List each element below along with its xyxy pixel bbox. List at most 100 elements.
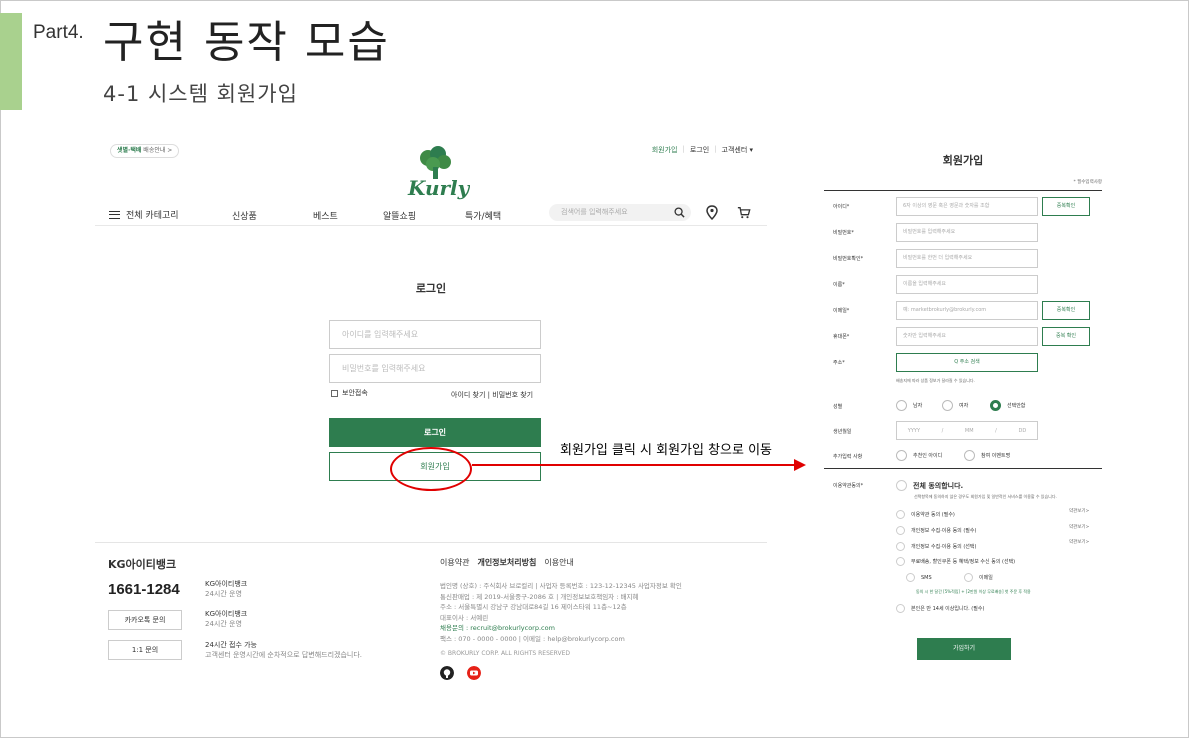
signup-top-divider [824, 190, 1102, 191]
check-circle-icon [964, 573, 973, 582]
footer-phone: 1661-1284 [108, 581, 180, 598]
privacy-optional-checkbox[interactable]: 개인정보 수집·이용 동의 (선택) [896, 542, 976, 551]
sms-checkbox[interactable]: SMS [906, 573, 932, 582]
agree-all-desc: 선택항목에 동의하지 않은 경우도 회원가입 및 일반적인 서비스를 이용할 수… [914, 494, 1057, 499]
kakao-inquiry-button[interactable]: 카카오톡 문의 [108, 610, 182, 630]
top-link-login[interactable]: 로그인 [690, 145, 709, 155]
part-label: Part4. [33, 22, 84, 43]
phone-verify-button[interactable]: 중복 확인 [1042, 327, 1090, 346]
footer-phone-desc: KG아이티뱅크 24시간 운영 [205, 580, 248, 598]
secure-login-checkbox[interactable]: 보안접속 [331, 388, 368, 398]
nav-new[interactable]: 신상품 [232, 209, 257, 222]
password-label: 비밀번호* [833, 230, 854, 236]
benefit-note: 동의 시 한 달간 [5%적립] + [2만원 이상 무료배송] 첫 주문 후 … [916, 589, 1031, 594]
name-label: 이름* [833, 282, 845, 288]
top-link-cs[interactable]: 고객센터 ▾ [722, 145, 754, 155]
top-link-join[interactable]: 회원가입 [652, 145, 678, 155]
privacy-required-checkbox[interactable]: 개인정보 수집·이용 동의 (필수) [896, 526, 976, 535]
youtube-icon[interactable] [467, 666, 481, 680]
gender-none-radio[interactable]: 선택안함 [990, 400, 1025, 411]
check-circle-icon [896, 480, 907, 491]
check-circle-icon [896, 604, 905, 613]
footer-link-guide[interactable]: 이용안내 [544, 557, 573, 568]
name-input[interactable]: 이름을 입력해주세요 [896, 275, 1038, 294]
checkbox-icon [331, 389, 338, 397]
agree-all-checkbox[interactable]: 전체 동의합니다. [896, 480, 963, 491]
id-duplicate-check-button[interactable]: 중복확인 [1042, 197, 1090, 216]
nav-shopping[interactable]: 알뜰쇼핑 [383, 209, 416, 222]
id-input[interactable]: 6자 이상의 영문 혹은 영문과 숫자를 조합 [896, 197, 1038, 216]
one-on-one-button[interactable]: 1:1 문의 [108, 640, 182, 660]
check-circle-icon [896, 542, 905, 551]
login-password-input[interactable]: 비밀번호를 입력해주세요 [329, 354, 541, 383]
nav-best[interactable]: 베스트 [313, 209, 338, 222]
gender-male-radio[interactable]: 남자 [896, 400, 922, 411]
email-checkbox[interactable]: 이메일 [964, 573, 993, 582]
login-button[interactable]: 로그인 [329, 418, 541, 447]
location-icon[interactable] [705, 205, 719, 220]
arrow-line [472, 464, 795, 466]
footer-divider [95, 542, 767, 543]
hamburger-icon [109, 210, 120, 219]
category-menu[interactable]: 전체 카테고리 [109, 208, 179, 221]
footer-kakao-desc: KG아이티뱅크 24시간 운영 [205, 610, 248, 628]
login-id-input[interactable]: 아이디를 입력해주세요 [329, 320, 541, 349]
global-nav: 전체 카테고리 신상품 베스트 알뜰쇼핑 특가/혜택 검색어를 입력해주세요 [95, 204, 767, 226]
footer-nav: 이용약관 개인정보처리방침 이용안내 [440, 557, 574, 568]
footer-company-info: 법인명 (상호) : 주식회사 브로컬리 | 사업자 등록번호 : 123-12… [440, 582, 682, 643]
address-search-button[interactable]: Q 주소 검색 [896, 353, 1038, 372]
footer-link-terms[interactable]: 이용약관 [440, 557, 469, 568]
terms-label: 이용약관동의* [833, 483, 864, 489]
check-circle-icon [896, 526, 905, 535]
signup-title: 회원가입 [942, 154, 984, 167]
github-icon[interactable] [440, 666, 454, 680]
radio-icon [896, 400, 907, 411]
extra-event-radio[interactable]: 참여 이벤트명 [964, 450, 1010, 461]
radio-icon [896, 450, 907, 461]
terms-view-link[interactable]: 약관보기> [1069, 508, 1089, 514]
phone-label: 휴대폰* [833, 334, 850, 340]
address-note: 배송지에 따라 상품 정보가 달라질 수 있습니다. [896, 378, 975, 383]
find-id-link[interactable]: 아이디 찾기 [451, 391, 485, 399]
signup-page-screenshot: 회원가입 * 필수입력사항 아이디* 6자 이상의 영문 혹은 영문과 숫자를 … [824, 146, 1102, 666]
birth-label: 생년월일 [833, 429, 852, 435]
phone-input[interactable]: 숫자만 입력해주세요 [896, 327, 1038, 346]
gender-female-radio[interactable]: 여자 [942, 400, 968, 411]
signup-mid-divider [824, 468, 1102, 469]
extra-label: 추가입력 사항 [833, 454, 863, 460]
annotation-label: 회원가입 클릭 시 회원가입 창으로 이동 [560, 443, 773, 458]
required-note: * 필수입력사항 [1073, 180, 1102, 185]
find-links: 아이디 찾기 | 비밀번호 찾기 [451, 391, 534, 399]
password-confirm-input[interactable]: 비밀번호를 한번 더 입력해주세요 [896, 249, 1038, 268]
footer-link-privacy[interactable]: 개인정보처리방침 [477, 557, 536, 568]
login-title: 로그인 [415, 282, 447, 295]
check-circle-icon [896, 557, 905, 566]
radio-icon [964, 450, 975, 461]
signup-submit-button[interactable]: 가입하기 [917, 638, 1011, 660]
search-icon[interactable] [674, 207, 685, 218]
find-password-link[interactable]: 비밀번호 찾기 [492, 391, 533, 399]
cart-icon[interactable] [737, 205, 751, 220]
footer-copyright: © BROKURLY CORP. ALL RIGHTS RESERVED [440, 650, 571, 657]
password-confirm-label: 비밀번호확인* [833, 256, 864, 262]
email-duplicate-check-button[interactable]: 중복확인 [1042, 301, 1090, 320]
top-links: 회원가입 | 로그인 | 고객센터 ▾ [651, 145, 754, 155]
gender-label: 성별 [833, 404, 843, 410]
privacy-optional-view-link[interactable]: 약관보기> [1069, 539, 1089, 545]
search-input[interactable]: 검색어를 입력해주세요 [549, 204, 691, 221]
extra-referrer-radio[interactable]: 추천인 아이디 [896, 450, 942, 461]
kurly-logo[interactable]: Kurly [400, 143, 470, 201]
delivery-badge[interactable]: 샛별·택배 배송안내 > [110, 144, 180, 158]
email-input[interactable]: 예: marketbrokurly@brokurly.com [896, 301, 1038, 320]
terms-agree-checkbox[interactable]: 이용약관 동의 (필수) [896, 510, 955, 519]
slide-subtitle: 4-1 시스템 회원가입 [103, 82, 298, 106]
email-label: 이메일* [833, 308, 850, 314]
age-checkbox[interactable]: 본인은 만 14세 이상입니다. (필수) [896, 604, 984, 613]
nav-special[interactable]: 특가/혜택 [465, 209, 501, 222]
birth-input[interactable]: YYYY / MM / DD [896, 421, 1038, 440]
password-input[interactable]: 비밀번호를 입력해주세요 [896, 223, 1038, 242]
marketing-checkbox[interactable]: 무료배송, 할인쿠폰 등 혜택/정보 수신 동의 (선택) [896, 557, 1015, 566]
privacy-required-view-link[interactable]: 약관보기> [1069, 524, 1089, 530]
id-label: 아이디* [833, 204, 850, 210]
accent-bar [0, 13, 22, 110]
